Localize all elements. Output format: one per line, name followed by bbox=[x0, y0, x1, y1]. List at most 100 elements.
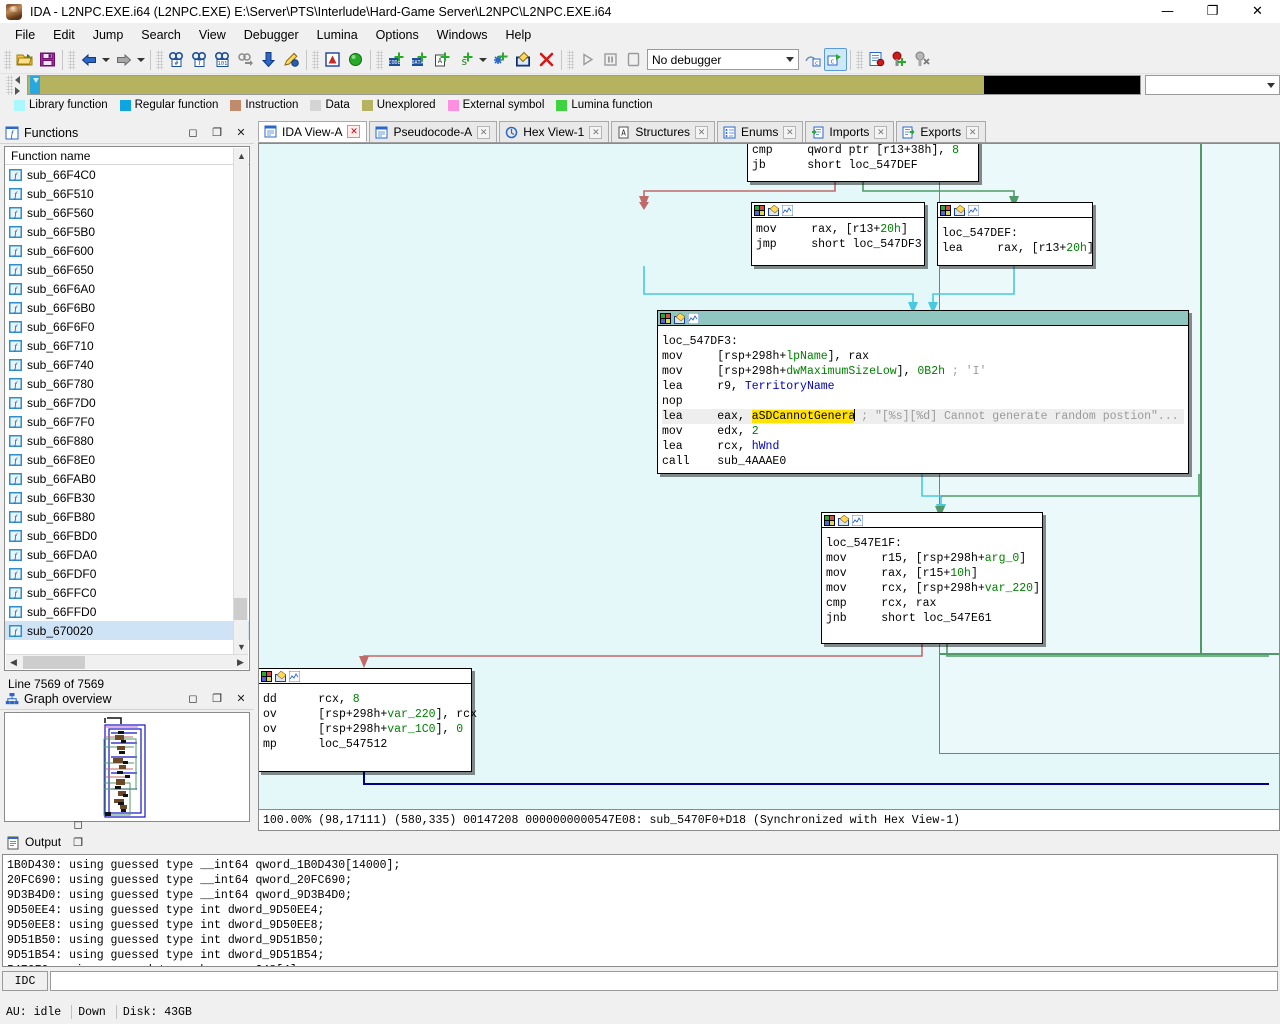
close-icon[interactable]: ✕ bbox=[783, 125, 797, 139]
scroll-down-icon[interactable]: ▼ bbox=[234, 639, 249, 654]
function-list-item[interactable]: f sub_66F650 bbox=[5, 260, 249, 279]
asm-token-lbl[interactable]: short loc_547DF3 bbox=[811, 238, 921, 251]
toolbar-grip-2[interactable] bbox=[68, 49, 75, 70]
node-add-rcx-clipped[interactable]: dd rcx, 8 ov [rsp+298h+var_220], rcx ov [r… bbox=[259, 668, 477, 772]
toolbar-grip-3[interactable] bbox=[156, 49, 163, 70]
function-list-item[interactable]: f sub_66FFC0 bbox=[5, 583, 249, 602]
restore-icon[interactable]: ❐ bbox=[206, 690, 228, 708]
scroll-thumb[interactable] bbox=[234, 598, 247, 620]
make-string-dropdown-icon[interactable] bbox=[477, 48, 489, 71]
idc-language-button[interactable]: IDC bbox=[2, 971, 48, 991]
step-into-source-icon[interactable]: c bbox=[824, 48, 847, 71]
tab-pseudocode-a[interactable]: Pseudocode-A ✕ bbox=[369, 121, 498, 142]
search-hex-icon[interactable]: # bbox=[165, 48, 188, 71]
node-header[interactable] bbox=[259, 669, 471, 684]
toolbar-grip-6[interactable] bbox=[567, 49, 574, 70]
node-graph-icon[interactable] bbox=[288, 670, 301, 682]
menu-item-options[interactable]: Options bbox=[367, 25, 428, 45]
node-color-icon[interactable] bbox=[261, 670, 272, 682]
list-breakpoints-icon[interactable] bbox=[865, 48, 888, 71]
asm-token-lbl[interactable]: loc_547DF3: bbox=[662, 335, 738, 348]
assembly-line[interactable]: mov rcx, [rsp+298h+var_220] bbox=[826, 581, 1040, 596]
node-graph-icon[interactable] bbox=[781, 204, 794, 216]
assembly-line[interactable]: nop bbox=[662, 394, 1184, 409]
function-list-item[interactable]: f sub_66FFD0 bbox=[5, 602, 249, 621]
node-edit-icon[interactable] bbox=[275, 670, 287, 682]
function-list-item[interactable]: f sub_66F6A0 bbox=[5, 279, 249, 298]
menu-item-debugger[interactable]: Debugger bbox=[235, 25, 308, 45]
assembly-line[interactable]: dd rcx, 8 bbox=[263, 692, 467, 707]
function-list-item[interactable]: f sub_66F7D0 bbox=[5, 393, 249, 412]
assembly-line[interactable]: lea rax, [r13+20h] bbox=[942, 241, 1094, 256]
close-icon[interactable]: ✕ bbox=[966, 125, 980, 139]
assembly-line[interactable]: ov [rsp+298h+var_1C0], 0 bbox=[263, 722, 467, 737]
asm-token-sym[interactable]: hWnd bbox=[752, 440, 780, 453]
navigate-back-icon[interactable] bbox=[77, 48, 100, 71]
toolbar-grip-5[interactable] bbox=[376, 49, 383, 70]
assembly-line[interactable]: mov r15, [rsp+298h+arg_0] bbox=[826, 551, 1038, 566]
step-over-source-icon[interactable]: c bbox=[801, 48, 824, 71]
function-list-item[interactable]: f sub_66F6B0 bbox=[5, 298, 249, 317]
close-icon[interactable]: ✕ bbox=[230, 124, 252, 142]
tab-structures[interactable]: A Structures ✕ bbox=[611, 121, 716, 142]
assembly-line[interactable]: lea r9, TerritoryName bbox=[662, 379, 1184, 394]
navband-grip[interactable] bbox=[6, 75, 13, 95]
navstrip-cursor[interactable] bbox=[30, 76, 41, 94]
node-top-compare[interactable]: cmp qword ptr [r13+38h], 8 jb short loc_5… bbox=[747, 144, 979, 182]
make-code-icon[interactable]: CODE bbox=[385, 48, 408, 71]
node-edit-icon[interactable] bbox=[674, 312, 686, 324]
assembly-line[interactable]: cmp qword ptr [r13+38h], 8 bbox=[752, 144, 974, 158]
close-icon[interactable]: ✕ bbox=[589, 125, 603, 139]
navband-left-icon[interactable] bbox=[15, 75, 20, 84]
node-header[interactable] bbox=[752, 203, 924, 218]
node-color-icon[interactable] bbox=[660, 312, 671, 324]
assembly-line[interactable]: call sub_4AAAE0 bbox=[662, 454, 1184, 469]
edit-comment-icon[interactable] bbox=[512, 48, 535, 71]
edit-function-icon[interactable] bbox=[280, 48, 303, 71]
maximize-icon[interactable]: ◻ bbox=[67, 815, 89, 833]
asm-token-lbl[interactable]: sub_4AAAE0 bbox=[717, 455, 786, 468]
minimize-button[interactable]: — bbox=[1145, 0, 1190, 24]
restore-icon[interactable]: ❐ bbox=[206, 124, 228, 142]
search-text-icon[interactable]: T bbox=[188, 48, 211, 71]
navigation-strip[interactable] bbox=[27, 75, 1141, 95]
make-struct-icon[interactable] bbox=[489, 48, 512, 71]
function-list-item[interactable]: f sub_66FAB0 bbox=[5, 469, 249, 488]
assembly-line[interactable]: mp loc_547512 bbox=[263, 737, 467, 752]
menu-item-search[interactable]: Search bbox=[132, 25, 190, 45]
node-header[interactable] bbox=[658, 311, 1188, 326]
close-icon[interactable]: ✕ bbox=[477, 125, 491, 139]
undefine-icon[interactable] bbox=[535, 48, 558, 71]
node-color-icon[interactable] bbox=[824, 514, 835, 526]
function-list-item[interactable]: f sub_66F8E0 bbox=[5, 450, 249, 469]
navband-right-icon[interactable] bbox=[15, 86, 20, 95]
function-list-item[interactable]: f sub_66FDA0 bbox=[5, 545, 249, 564]
node-graph-icon[interactable] bbox=[687, 312, 700, 324]
add-breakpoint-icon[interactable] bbox=[888, 48, 911, 71]
navigate-forward-icon[interactable] bbox=[112, 48, 135, 71]
open-file-icon[interactable] bbox=[13, 48, 36, 71]
navigate-back-dropdown-icon[interactable] bbox=[100, 48, 112, 71]
navigate-forward-dropdown-icon[interactable] bbox=[135, 48, 147, 71]
function-list-item[interactable]: f sub_66F5B0 bbox=[5, 222, 249, 241]
function-list-item[interactable]: f sub_66F560 bbox=[5, 203, 249, 222]
asm-token-lbl[interactable]: loc_547DEF: bbox=[942, 227, 1018, 240]
menu-item-lumina[interactable]: Lumina bbox=[308, 25, 367, 45]
menu-item-edit[interactable]: Edit bbox=[44, 25, 84, 45]
node-edit-icon[interactable] bbox=[768, 204, 780, 216]
node-edit-icon[interactable] bbox=[954, 204, 966, 216]
maximize-icon[interactable]: ◻ bbox=[182, 124, 204, 142]
hscroll-thumb[interactable] bbox=[23, 655, 85, 669]
asm-token-sym[interactable]: TerritoryName bbox=[745, 380, 835, 393]
restore-button[interactable]: ❐ bbox=[1190, 0, 1235, 24]
menu-item-view[interactable]: View bbox=[190, 25, 235, 45]
save-icon[interactable] bbox=[36, 48, 59, 71]
scroll-left-icon[interactable]: ◀ bbox=[6, 655, 21, 670]
function-list-item[interactable]: f sub_670020 bbox=[5, 621, 249, 640]
functions-column-header[interactable]: Function name bbox=[5, 147, 249, 165]
asm-token-lbl[interactable]: loc_547E1F: bbox=[826, 537, 902, 550]
function-list-item[interactable]: f sub_66F880 bbox=[5, 431, 249, 450]
make-array-icon[interactable]: A bbox=[431, 48, 454, 71]
functions-list[interactable]: Function name f sub_66F4C0 f sub_66F510 f sub… bbox=[4, 146, 250, 671]
command-input[interactable] bbox=[50, 971, 1278, 991]
